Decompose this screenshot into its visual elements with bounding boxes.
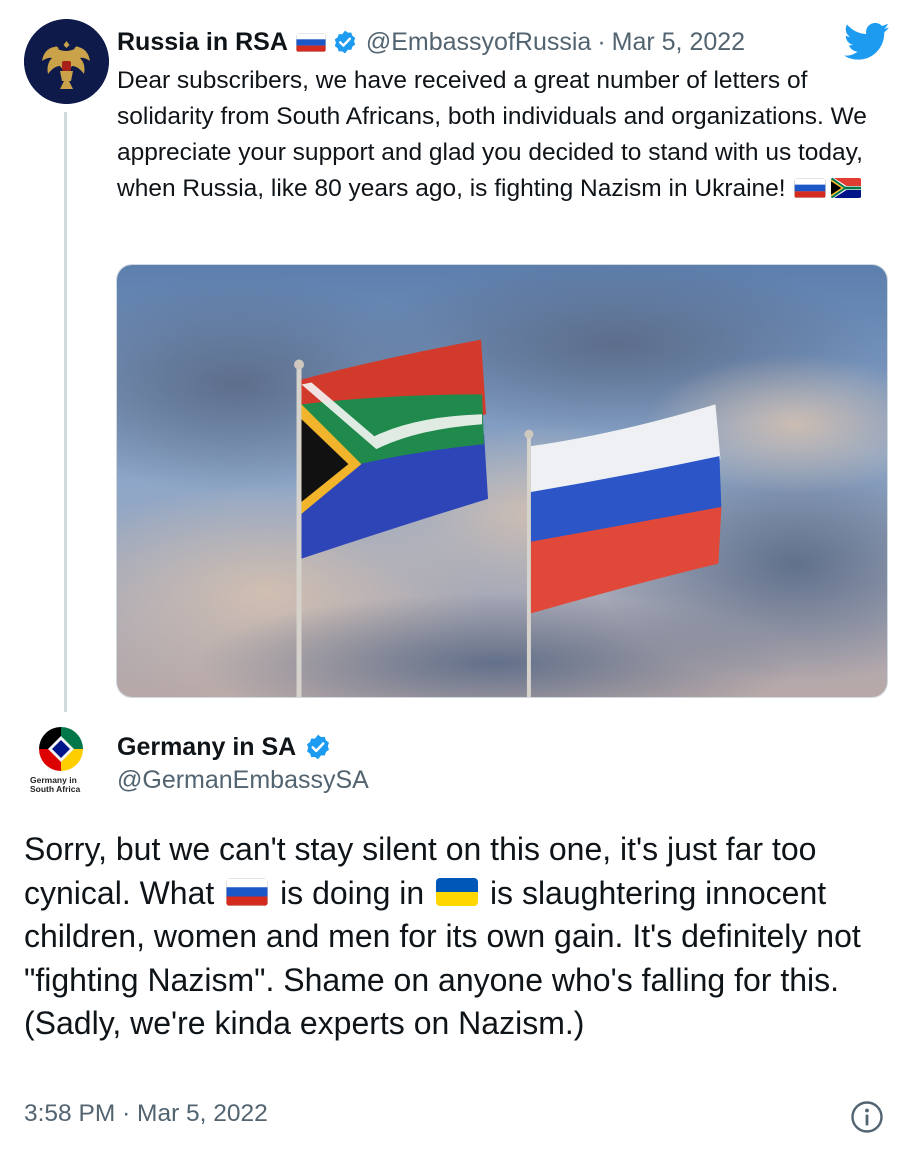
quoted-tweet-text: Dear subscribers, we have received a gre… xyxy=(117,63,897,207)
russia-flag-icon xyxy=(226,878,269,907)
flags-photo xyxy=(117,265,887,697)
south-africa-flag-icon xyxy=(830,177,862,198)
tweet-media-photo[interactable] xyxy=(116,264,888,698)
tweet-date: Mar 5, 2022 xyxy=(137,1100,268,1127)
germany-southafrica-logo-icon xyxy=(38,726,84,772)
main-author-name-row: Germany in SA xyxy=(117,730,332,764)
double-headed-eagle-icon xyxy=(24,19,109,104)
thread-connector-line xyxy=(64,112,67,712)
quoted-author-handle[interactable]: @EmbassyofRussia xyxy=(366,28,591,57)
germany-embassy-avatar[interactable]: Germany in South Africa xyxy=(24,726,98,802)
russia-flag-icon xyxy=(794,177,827,198)
twitter-bird-icon[interactable] xyxy=(844,22,890,62)
quoted-tweet-date[interactable]: Mar 5, 2022 xyxy=(612,28,745,57)
info-icon[interactable] xyxy=(850,1100,884,1134)
main-text-part2: is doing in xyxy=(280,874,425,911)
header-separator: · xyxy=(597,27,606,56)
quoted-tweet-body: Dear subscribers, we have received a gre… xyxy=(117,67,867,202)
main-tweet-text: Sorry, but we can't stay silent on this … xyxy=(24,828,894,1046)
russia-embassy-avatar[interactable] xyxy=(24,19,109,104)
verified-badge-icon xyxy=(304,733,332,761)
verified-badge-icon xyxy=(332,29,358,55)
tweet-timestamp[interactable]: 3:58 PM · Mar 5, 2022 xyxy=(24,1100,268,1128)
main-author-handle[interactable]: @GermanEmbassySA xyxy=(117,766,369,795)
tweet-time: 3:58 PM xyxy=(24,1100,116,1127)
meta-separator: · xyxy=(122,1100,131,1127)
ukraine-flag-icon xyxy=(436,878,479,907)
avatar-caption: Germany in South Africa xyxy=(30,776,92,794)
quoted-author-name[interactable]: Russia in RSA xyxy=(117,28,288,57)
russia-flag-icon xyxy=(295,32,326,52)
avatar-caption-line2: South Africa xyxy=(30,784,81,794)
main-author-name[interactable]: Germany in SA xyxy=(117,733,296,762)
quoted-tweet-header: Russia in RSA @EmbassyofRussia · Mar 5, … xyxy=(117,26,897,58)
